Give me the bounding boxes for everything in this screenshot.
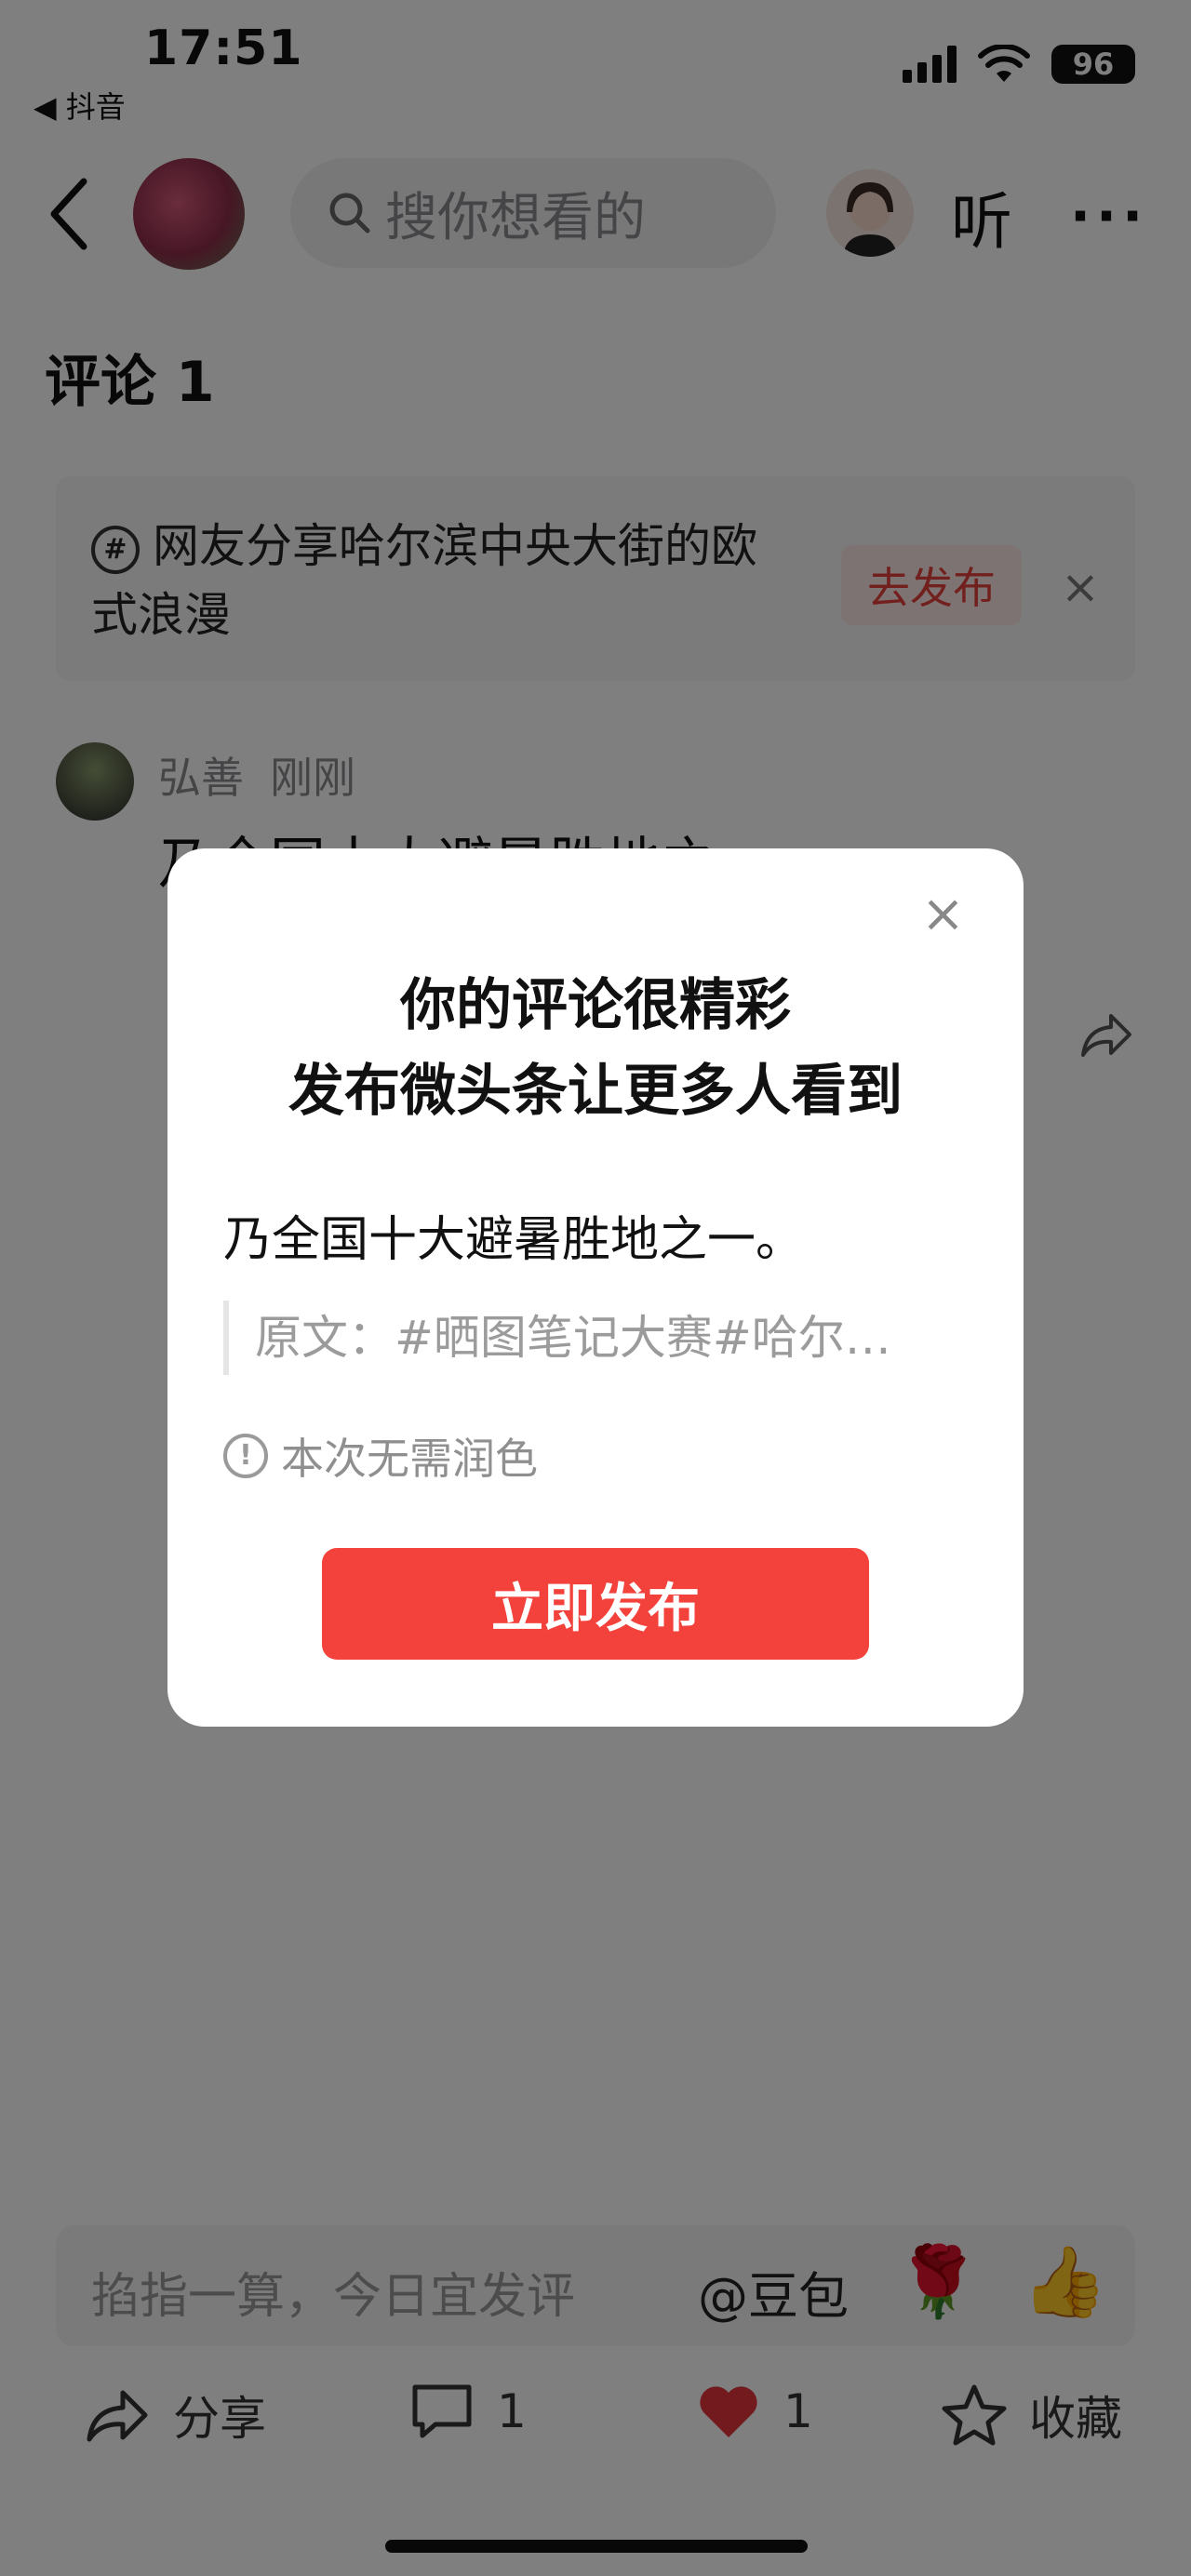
info-icon: !	[223, 1434, 268, 1478]
dialog-title-line2: 发布微头条让更多人看到	[288, 1059, 903, 1124]
dialog-info: ! 本次无需润色	[223, 1425, 538, 1487]
dialog-close-icon[interactable]: ×	[921, 888, 965, 941]
dialog-info-text: 本次无需润色	[281, 1434, 538, 1484]
dialog-title-line1: 你的评论很精彩	[400, 973, 791, 1038]
dialog-original-quote: 原文：#晒图笔记大赛#哈尔…	[223, 1301, 930, 1375]
publish-now-button[interactable]: 立即发布	[322, 1548, 869, 1660]
dialog-comment-text: 乃全国十大避暑胜地之一。	[223, 1212, 805, 1268]
